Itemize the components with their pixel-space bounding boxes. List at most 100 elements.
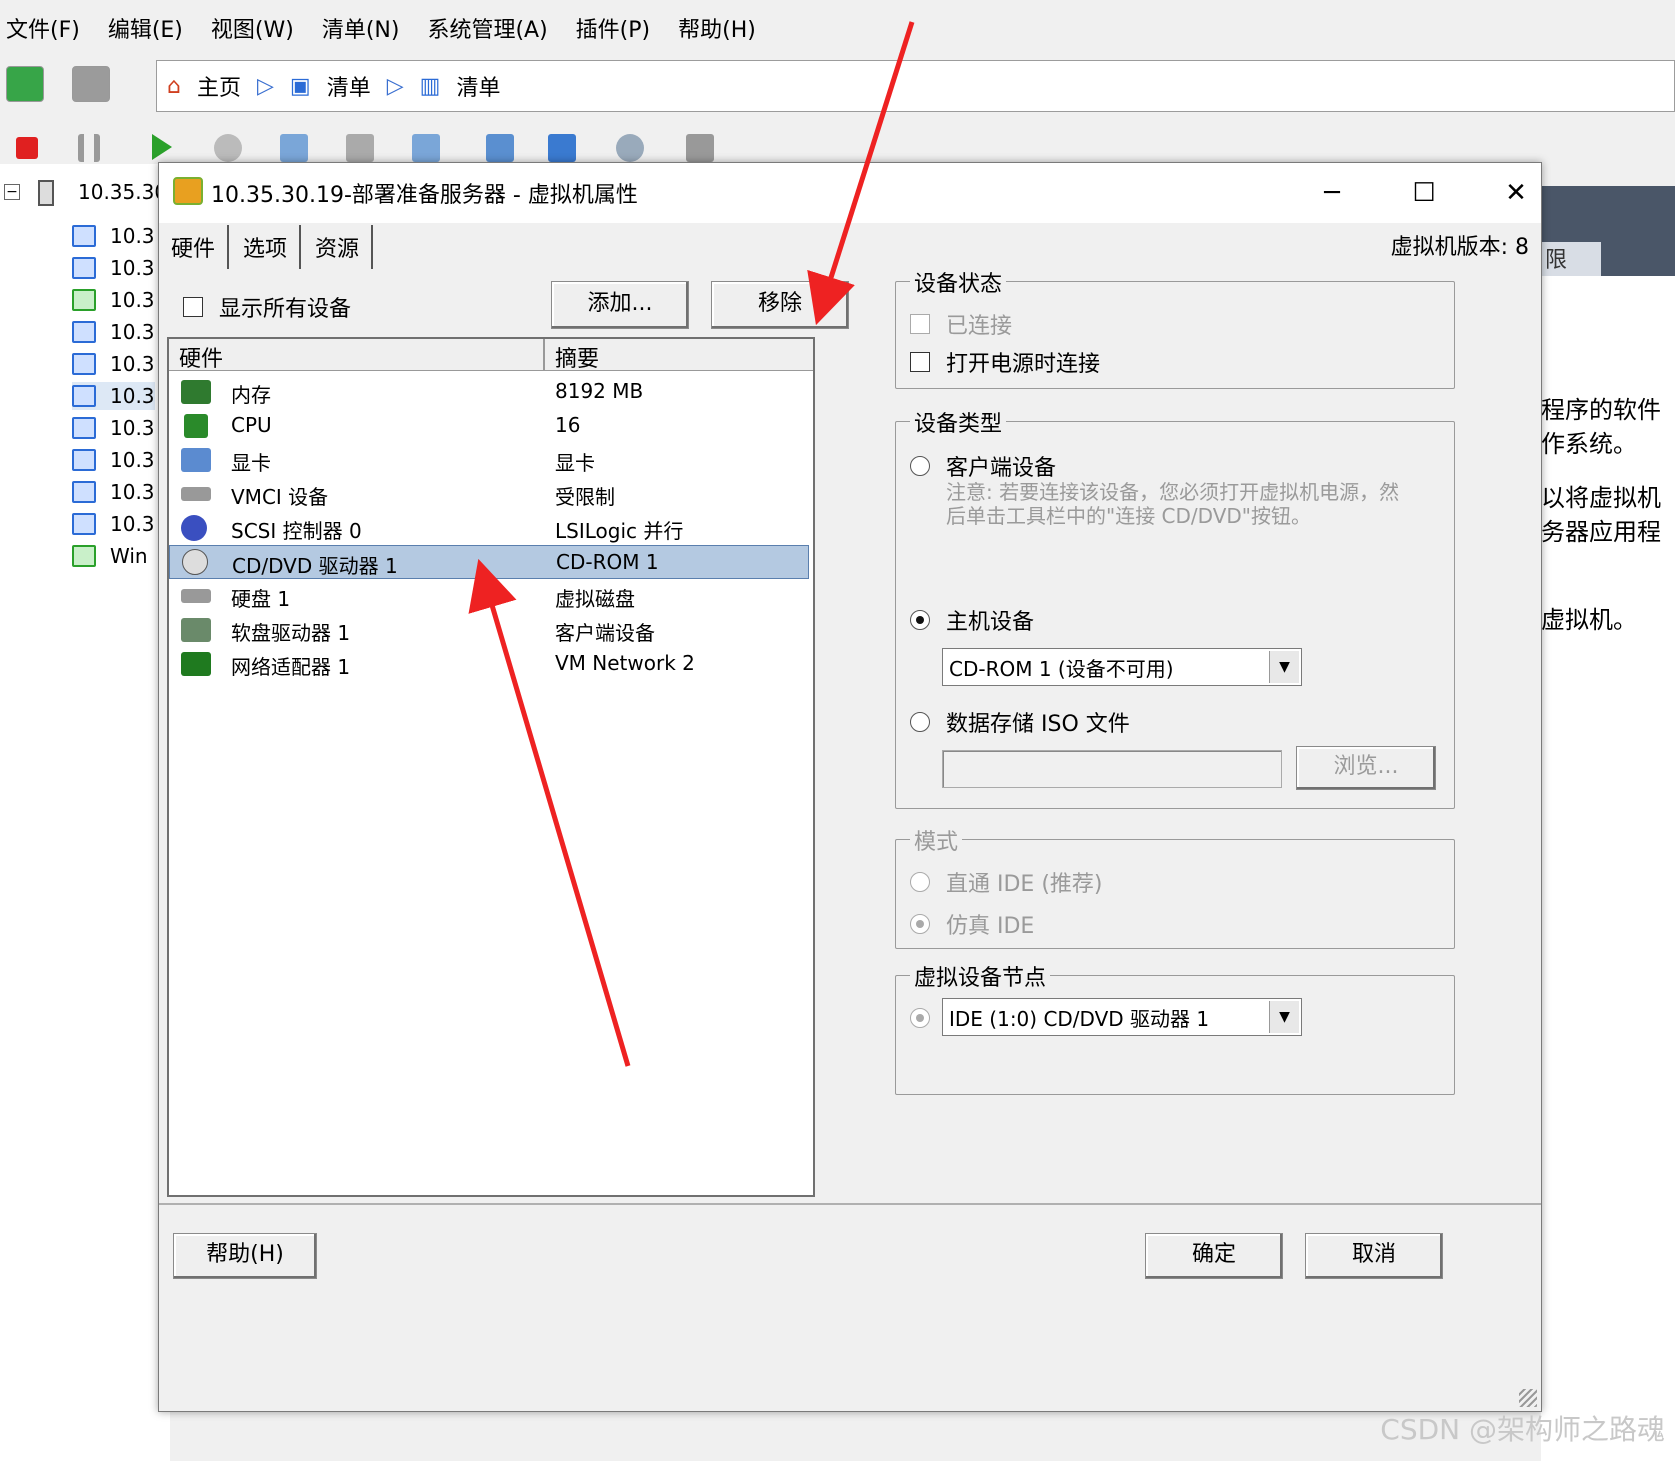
remove-device-button[interactable]: 移除 [711, 281, 849, 329]
hardware-row[interactable]: 软盘驱动器 1 客户端设备 [169, 613, 809, 647]
hardware-row-selected[interactable]: CD/DVD 驱动器 1 CD-ROM 1 [169, 545, 809, 579]
connected-checkbox[interactable] [910, 314, 930, 334]
host-device-radio[interactable] [910, 610, 930, 630]
snapshot-manager-icon[interactable] [412, 134, 440, 162]
tab-hardware[interactable]: 硬件 [159, 225, 230, 269]
connect-power-on-checkbox[interactable] [910, 352, 930, 372]
summary-text: 作系统。 [1541, 430, 1637, 458]
hardware-row[interactable]: 显卡 显卡 [169, 443, 809, 477]
column-hardware[interactable]: 硬件 [179, 341, 223, 373]
tree-vm[interactable]: 10.3 [72, 222, 155, 250]
hardware-row[interactable]: 网络适配器 1 VM Network 2 [169, 647, 809, 681]
device-type-group: 设备类型 客户端设备 注意: 若要连接该设备，您必须打开虚拟机电源，然后单击工具… [895, 406, 1455, 809]
tree-vm[interactable]: 10.3 [72, 254, 155, 282]
back-arrow-icon[interactable] [6, 66, 44, 102]
nav-bar: ⌂ 主页 ▷ ▣ 清单 ▷ ▥ 清单 [0, 58, 1675, 116]
virtual-device-node-select[interactable]: IDE (1:0) CD/DVD 驱动器 1 ▼ [942, 998, 1302, 1036]
device-type-title: 设备类型 [910, 406, 1007, 438]
iso-path-input[interactable] [942, 750, 1282, 788]
menu-plugins[interactable]: 插件(P) [576, 12, 650, 44]
connect-power-on-option[interactable]: 打开电源时连接 [910, 346, 1100, 378]
emulate-ide-option[interactable]: 仿真 IDE [910, 908, 1034, 940]
tree-vm-selected[interactable]: 10.3 [72, 382, 155, 410]
collapse-icon[interactable]: − [4, 184, 20, 200]
hardware-row[interactable]: 硬盘 1 虚拟磁盘 [169, 579, 809, 613]
chevron-down-icon[interactable]: ▼ [1269, 1001, 1299, 1033]
tree-vm[interactable]: Win [72, 542, 148, 570]
column-summary[interactable]: 摘要 [555, 341, 599, 373]
resize-grip-icon[interactable] [1519, 1389, 1537, 1407]
tree-vm[interactable]: 10.3 [72, 318, 155, 346]
help-button[interactable]: 帮助(H) [173, 1233, 317, 1279]
hardware-row[interactable]: CPU 16 [169, 409, 809, 443]
client-device-option[interactable]: 客户端设备 [910, 450, 1056, 482]
hardware-row[interactable]: VMCI 设备 受限制 [169, 477, 809, 511]
breadcrumb-home[interactable]: 主页 [197, 70, 241, 102]
play-icon[interactable] [152, 134, 172, 160]
emulate-ide-radio[interactable] [910, 914, 930, 934]
menu-help[interactable]: 帮助(H) [678, 12, 756, 44]
breadcrumb-inventory-1[interactable]: 清单 [327, 70, 371, 102]
menu-edit[interactable]: 编辑(E) [108, 12, 183, 44]
show-all-devices-checkbox[interactable] [183, 297, 203, 317]
menu-admin[interactable]: 系统管理(A) [427, 12, 547, 44]
home-icon[interactable]: ⌂ [167, 74, 181, 99]
tree-vm-label: 10.3 [110, 448, 155, 472]
vm-icon [72, 481, 96, 503]
dialog-titlebar: 10.35.30.19-部署准备服务器 - 虚拟机属性 ─ ☐ ✕ [159, 163, 1541, 223]
menu-view[interactable]: 视图(W) [211, 12, 294, 44]
tree-vm[interactable]: 10.3 [72, 350, 155, 378]
host-device-option[interactable]: 主机设备 [910, 604, 1034, 636]
tab-resources[interactable]: 资源 [303, 225, 374, 269]
close-icon[interactable]: ✕ [1491, 173, 1541, 213]
hardware-row[interactable]: 内存 8192 MB [169, 375, 809, 409]
dialog-tabs: 硬件 选项 资源 [159, 225, 375, 269]
passthrough-ide-radio[interactable] [910, 872, 930, 892]
hardware-name: 软盘驱动器 1 [231, 621, 351, 645]
snapshot-icon[interactable] [280, 134, 308, 162]
tree-host[interactable]: 10.35.30 [78, 180, 167, 204]
summary-tab[interactable]: 限 [1541, 242, 1601, 276]
show-all-devices-option[interactable]: 显示所有设备 [183, 291, 351, 323]
tree-vm[interactable]: 10.3 [72, 478, 155, 506]
console-icon[interactable] [486, 134, 514, 162]
breadcrumb-inventory-2[interactable]: 清单 [456, 70, 500, 102]
iso-radio[interactable] [910, 712, 930, 732]
hardware-name: CD/DVD 驱动器 1 [232, 554, 398, 578]
maximize-icon[interactable]: ☐ [1399, 173, 1449, 213]
hardware-name: SCSI 控制器 0 [231, 519, 362, 543]
tree-vm[interactable]: 10.3 [72, 446, 155, 474]
host-device-select[interactable]: CD-ROM 1 (设备不可用) ▼ [942, 648, 1302, 686]
vm-icon [72, 385, 96, 407]
iso-option[interactable]: 数据存储 ISO 文件 [910, 706, 1130, 738]
hardware-row[interactable]: SCSI 控制器 0 LSILogic 并行 [169, 511, 809, 545]
edit-settings-icon[interactable] [548, 134, 576, 162]
pause-icon[interactable] [78, 134, 100, 162]
cd-connect-icon[interactable] [616, 134, 644, 162]
chevron-down-icon[interactable]: ▼ [1269, 651, 1299, 683]
client-device-radio[interactable] [910, 456, 930, 476]
cancel-button[interactable]: 取消 [1305, 1233, 1443, 1279]
tree-vm[interactable]: 10.3 [72, 510, 155, 538]
menu-inventory[interactable]: 清单(N) [322, 12, 400, 44]
add-device-button[interactable]: 添加... [551, 281, 689, 329]
vm-running-icon [72, 289, 96, 311]
minimize-icon[interactable]: ─ [1307, 173, 1357, 213]
ok-button[interactable]: 确定 [1145, 1233, 1283, 1279]
virtual-device-node-radio[interactable] [910, 1008, 930, 1028]
tree-vm[interactable]: 10.3 [72, 286, 155, 314]
tab-options[interactable]: 选项 [231, 225, 302, 269]
browse-button[interactable]: 浏览... [1296, 746, 1436, 790]
revert-icon[interactable] [346, 134, 374, 162]
tree-vm[interactable]: 10.3 [72, 414, 155, 442]
device-icon[interactable] [686, 134, 714, 162]
stop-icon[interactable] [16, 137, 38, 159]
menu-file[interactable]: 文件(F) [6, 12, 80, 44]
reset-icon[interactable] [214, 134, 242, 162]
floppy-icon [181, 618, 211, 642]
forward-arrow-icon[interactable] [72, 66, 110, 102]
connected-option[interactable]: 已连接 [910, 308, 1012, 340]
device-status-group: 设备状态 已连接 打开电源时连接 [895, 266, 1455, 389]
summary-text: 程序的软件 [1541, 396, 1661, 424]
passthrough-ide-option[interactable]: 直通 IDE (推荐) [910, 866, 1102, 898]
